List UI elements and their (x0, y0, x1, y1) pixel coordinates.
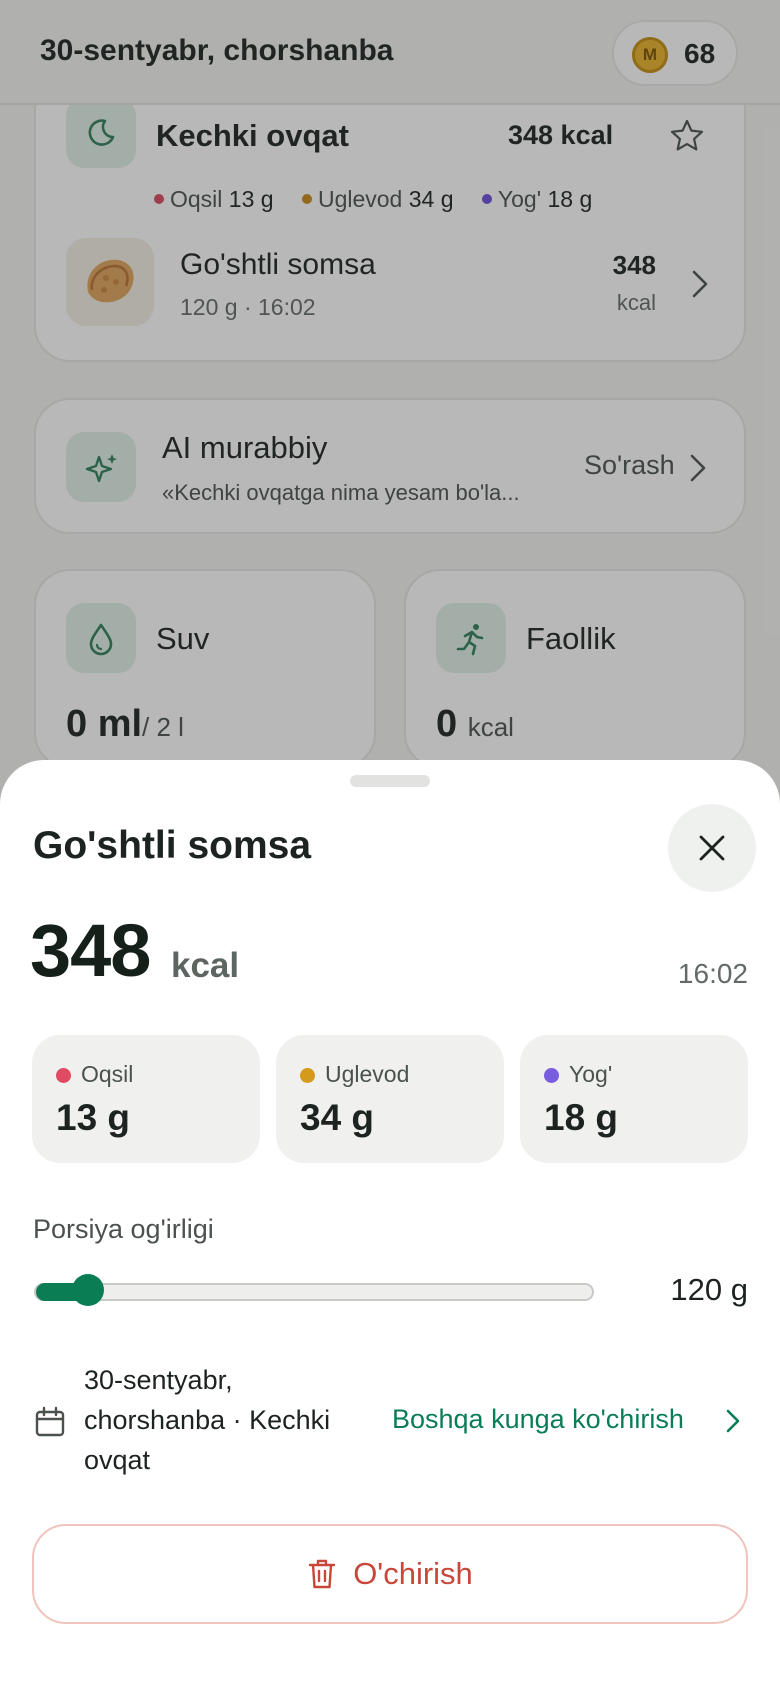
sheet-title: Go'shtli somsa (33, 824, 312, 867)
food-detail-sheet: Go'shtli somsa 348 kcal 16:02 Oqsil 13 g… (0, 760, 780, 1688)
date-meal-text: 30-sentyabr, chorshanba · Kechki ovqat (84, 1365, 331, 1475)
fat-value: 18 g (544, 1097, 619, 1138)
carbs-label: Uglevod (325, 1061, 410, 1087)
calendar-icon (35, 1406, 65, 1437)
carbs-value: 34 g (300, 1097, 375, 1138)
protein-dot (56, 1068, 71, 1083)
delete-button[interactable]: O'chirish (32, 1524, 748, 1624)
protein-label: Oqsil (81, 1061, 134, 1087)
sheet-drag-handle[interactable] (350, 775, 430, 787)
meal-time: 16:02 (677, 958, 748, 989)
portion-value: 120 g (670, 1272, 748, 1307)
portion-slider[interactable] (34, 1283, 594, 1301)
delete-label: O'chirish (353, 1556, 473, 1591)
portion-label: Porsiya og'irligi (33, 1214, 214, 1244)
fat-label: Yog' (569, 1061, 613, 1087)
carbs-box: Uglevod 34 g (276, 1035, 504, 1163)
fat-dot (544, 1068, 559, 1083)
calorie-unit: kcal (171, 946, 240, 985)
close-icon (699, 835, 725, 861)
calorie-value: 348 (30, 909, 151, 992)
close-button[interactable] (668, 804, 756, 892)
move-to-another-day-link[interactable]: Boshqa kunga ko'chirish (392, 1404, 684, 1435)
carbs-dot (300, 1068, 315, 1083)
trash-icon (308, 1559, 336, 1589)
protein-value: 13 g (56, 1097, 131, 1138)
portion-slider-thumb[interactable] (72, 1274, 104, 1306)
protein-box: Oqsil 13 g (32, 1035, 260, 1163)
chevron-right-icon[interactable] (724, 1407, 742, 1435)
fat-box: Yog' 18 g (520, 1035, 748, 1163)
